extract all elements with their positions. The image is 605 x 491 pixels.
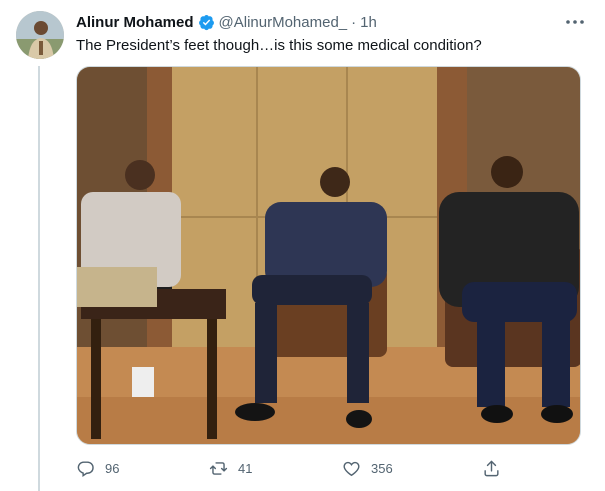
avatar[interactable] — [16, 11, 64, 59]
reply-icon — [77, 460, 94, 477]
reply-count: 96 — [105, 460, 120, 476]
verified-badge-icon — [198, 14, 214, 30]
like-count: 356 — [371, 460, 393, 476]
share-button[interactable] — [482, 456, 511, 480]
retweet-icon — [209, 461, 228, 475]
avatar-image — [16, 11, 64, 59]
tweet-actions: 96 41 356 — [76, 456, 516, 480]
photo-image — [77, 67, 580, 444]
tweet-header: Alinur Mohamed @AlinurMohamed_ · 1h — [76, 12, 377, 32]
thread-line — [38, 66, 40, 491]
more-icon[interactable] — [563, 14, 587, 30]
author-name[interactable]: Alinur Mohamed — [76, 14, 194, 31]
retweet-count: 41 — [238, 460, 253, 476]
tweet-time[interactable]: 1h — [360, 14, 377, 31]
tweet-photo[interactable] — [76, 66, 581, 445]
retweet-button[interactable]: 41 — [209, 456, 252, 480]
author-handle[interactable]: @AlinurMohamed_ — [219, 14, 348, 31]
share-icon — [484, 460, 499, 476]
like-button[interactable]: 356 — [342, 456, 393, 480]
reply-button[interactable]: 96 — [76, 456, 119, 480]
separator-dot: · — [351, 13, 357, 31]
heart-icon — [343, 461, 360, 476]
tweet-text: The President’s feet though…is this some… — [76, 37, 482, 54]
